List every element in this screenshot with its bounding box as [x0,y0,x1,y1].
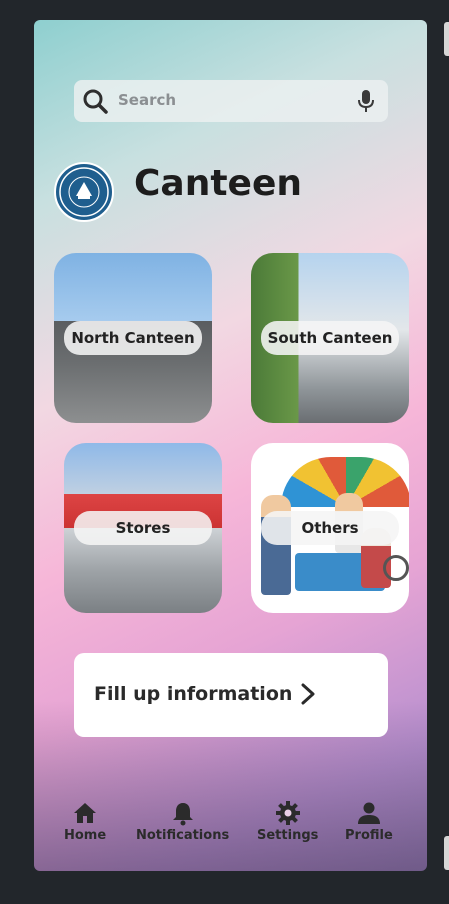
edge-tab-top [444,22,449,56]
bell-icon [172,803,193,826]
home-icon [74,803,97,823]
edge-tab-bottom [444,836,449,870]
card-label: Stores [74,511,212,545]
others-card[interactable]: Others [251,443,409,613]
bottom-navigation: Home Notifications Settings Profile [34,790,427,850]
nav-profile[interactable]: Profile [345,800,393,843]
search-bar[interactable]: Search [74,80,388,122]
chevron-right-icon [301,683,315,705]
nav-settings[interactable]: Settings [257,800,318,843]
app-screen: Search Canteen North Canteen South Cante… [34,20,427,871]
nav-notifications[interactable]: Notifications [136,800,229,843]
search-icon [83,89,108,114]
university-logo [54,162,114,222]
gear-icon [275,801,300,825]
person-icon [357,802,380,824]
north-canteen-card[interactable]: North Canteen [54,253,212,423]
microphone-icon[interactable] [356,89,376,113]
fill-information-label: Fill up information [94,683,293,705]
nav-settings-label: Settings [257,828,319,843]
nav-profile-label: Profile [345,828,393,843]
card-label: Others [261,511,399,545]
nav-home[interactable]: Home [64,800,106,843]
search-placeholder: Search [118,91,177,109]
fill-information-button[interactable]: Fill up information [74,653,388,737]
card-label: South Canteen [261,321,399,355]
card-label: North Canteen [64,321,202,355]
nav-notifications-label: Notifications [136,828,230,843]
nav-home-label: Home [64,828,107,843]
person-illustration [261,495,291,595]
page-title: Canteen [134,163,303,204]
wheelchair-illustration [383,555,409,581]
stores-card[interactable]: Stores [64,443,222,613]
south-canteen-card[interactable]: South Canteen [251,253,409,423]
